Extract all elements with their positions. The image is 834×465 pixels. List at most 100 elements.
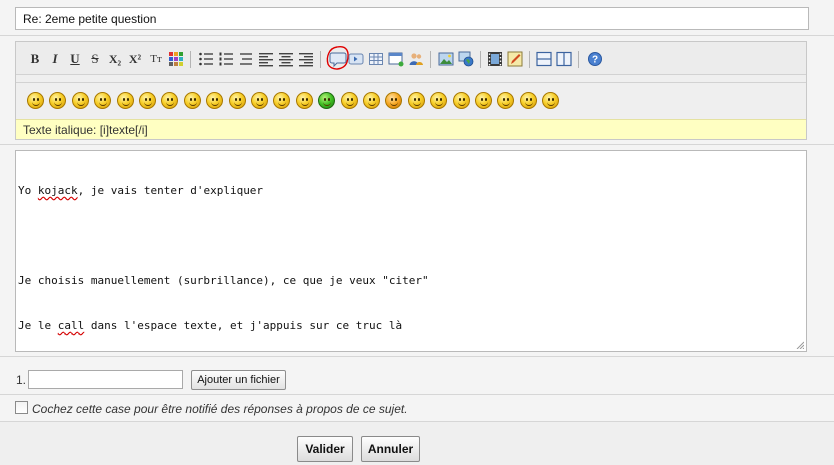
smiley-mouth [345,102,354,106]
format-toolbar: B I U S X₂ X² Tт ? [16,42,806,75]
subscript-button[interactable]: X₂ [107,51,123,67]
attachment-file-field[interactable] [28,370,183,389]
code-icon[interactable] [348,51,364,67]
toolbar-separator [480,51,481,68]
smiley-dead-icon[interactable] [542,92,560,109]
smiley-wink-icon[interactable] [139,92,156,109]
smiley-mouth [412,102,421,106]
smiley-mouth [99,102,108,106]
smiley-sad-icon[interactable] [49,92,67,109]
users-icon[interactable] [408,51,424,67]
bulleted-list-icon[interactable] [198,51,214,67]
smiley-mouth [323,102,332,106]
help-icon[interactable]: ? [587,51,603,67]
underline-button[interactable]: U [67,51,83,67]
smiley-neutral-icon[interactable] [452,92,470,109]
video-icon[interactable] [487,51,503,67]
font-size-button[interactable]: Tт [148,51,164,67]
misspelled-word: call [57,319,85,332]
smiley-sleepy-icon[interactable] [363,92,380,109]
smiley-tongue-icon[interactable] [161,92,179,109]
smiley-mouth [166,102,175,106]
add-file-button[interactable]: Ajouter un fichier [191,370,286,390]
smiley-rolleyes-icon[interactable] [273,92,291,109]
bold-button[interactable]: B [27,51,43,67]
list-icon[interactable] [238,51,254,67]
smiley-mouth [76,102,85,106]
smiley-evil-icon[interactable] [519,92,537,109]
smiley-cool-icon[interactable] [27,92,44,109]
color-palette-icon[interactable] [168,51,184,67]
toolbar-separator [578,51,579,68]
smiley-angry-icon[interactable] [183,92,201,109]
smiley-mouth [547,102,556,106]
message-textarea[interactable]: Yo kojack, je vais tenter d'expliquer Je… [15,150,807,352]
align-center-icon[interactable] [278,51,294,67]
smiley-mouth [457,102,466,106]
smiley-mouth [502,102,511,106]
toolbar-separator [430,51,431,68]
format-hint-text: Texte italique: [i]texte[/i] [23,123,148,137]
smiley-mouth [54,102,63,106]
smiley-mouth [390,102,399,106]
smiley-grin-icon[interactable] [94,92,112,109]
smiley-mouth [121,102,130,106]
smiley-mouth [256,102,264,106]
actions-row: Valider Annuler [0,422,834,465]
subject-input[interactable] [15,7,809,30]
format-hint-bar: Texte italique: [i]texte[/i] [16,119,806,139]
attachment-number: 1. [16,373,27,387]
smiley-crying-icon[interactable] [340,92,358,109]
notify-checkbox[interactable] [15,401,28,414]
message-line-4: Je le call dans l'espace texte, et j'app… [18,319,403,332]
smiley-sick-icon[interactable] [318,92,336,109]
smiley-mouth [368,102,376,106]
smiley-crazy-icon[interactable] [430,92,448,109]
italic-button[interactable]: I [47,51,63,67]
smiley-mouth [211,102,220,106]
submit-button[interactable]: Valider [297,436,353,462]
attachment-row: 1. Ajouter un fichier [0,357,834,395]
cancel-button[interactable]: Annuler [361,436,420,462]
smiley-kiss-icon[interactable] [407,92,425,109]
strikethrough-button[interactable]: S [87,51,103,67]
web-image-icon[interactable] [458,51,474,67]
smiley-blush-icon[interactable] [385,92,403,109]
smiley-devil-icon[interactable] [497,92,515,109]
numbered-list-icon[interactable] [218,51,234,67]
insert-window-icon[interactable] [388,51,404,67]
smiley-happy-icon[interactable] [116,92,134,109]
align-left-icon[interactable] [258,51,274,67]
pencil-drawing-icon[interactable] [507,51,523,67]
smiley-mouth [144,102,152,106]
resize-grip-icon[interactable] [796,341,804,349]
toolbar-separator [320,51,321,68]
superscript-button[interactable]: X² [127,51,143,67]
smiley-laugh-icon[interactable] [295,92,313,109]
image-icon[interactable] [438,51,454,67]
smiley-smile-icon[interactable] [71,92,89,109]
smiley-mouth [32,102,40,106]
horizontal-split-icon[interactable] [536,51,552,67]
misspelled-word: kojack [37,184,78,197]
message-row: Yo kojack, je vais tenter d'expliquer Je… [0,145,834,357]
smiley-toolbar [16,84,806,118]
align-right-icon[interactable] [298,51,314,67]
smiley-mouth [435,102,444,106]
message-line-2 [18,228,804,243]
svg-text:?: ? [592,55,598,66]
notify-row: Cochez cette case pour être notifié des … [0,395,834,422]
table-icon[interactable] [368,51,384,67]
smiley-mouth [524,102,533,106]
toolbar-separator [190,51,191,68]
vertical-split-icon[interactable] [556,51,572,67]
smiley-mouth [233,102,242,106]
smiley-confused-icon[interactable] [206,92,224,109]
notify-label: Cochez cette case pour être notifié des … [32,402,408,416]
smiley-mouth [278,102,287,106]
smiley-dizzy-icon[interactable] [475,92,492,109]
smiley-surprised-icon[interactable] [228,92,246,109]
editor-toolbar-row: B I U S X₂ X² Tт ? Texte italique: [i]te… [0,36,834,145]
smiley-mouth [480,102,488,106]
smiley-shocked-icon[interactable] [251,92,268,109]
